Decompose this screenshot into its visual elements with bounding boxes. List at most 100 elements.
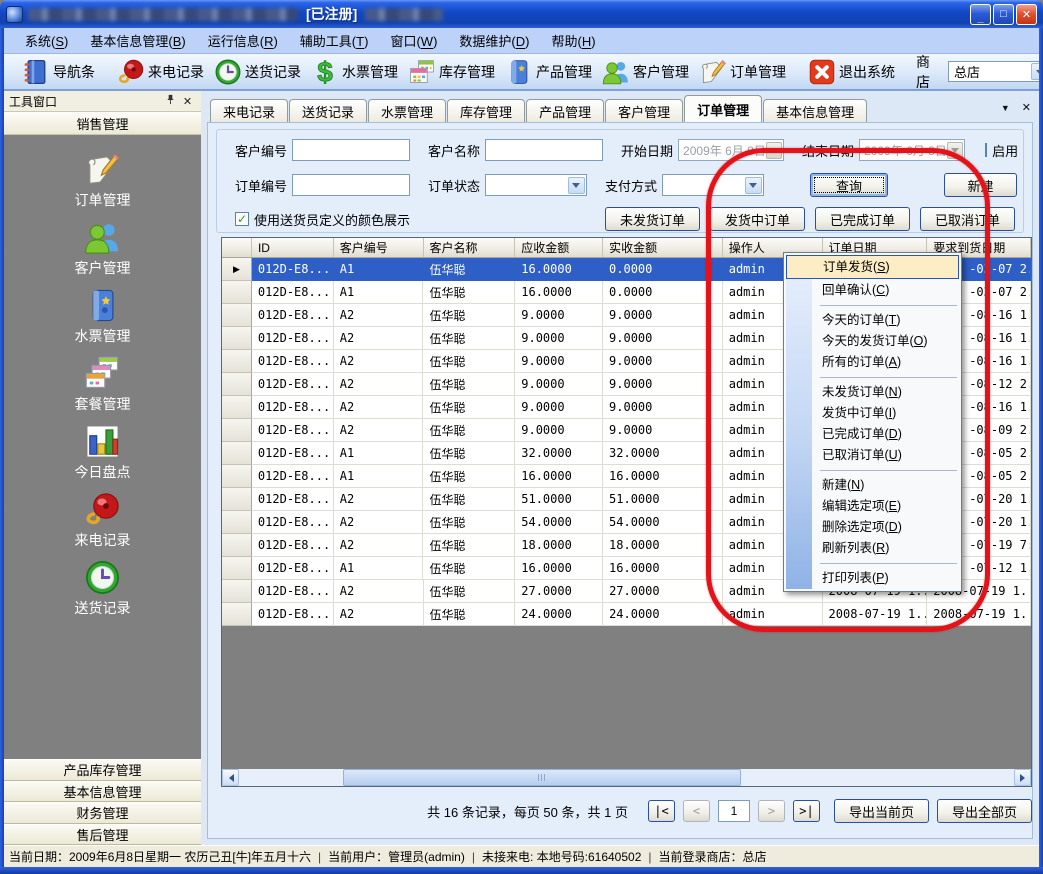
context-menu-item-13[interactable]: 新建(N)	[786, 475, 959, 496]
row-selector[interactable]: ▶	[222, 258, 252, 281]
table-row[interactable]: 012D-E8...A2伍华聪24.000024.0000admin2008-0…	[222, 603, 1031, 626]
row-selector[interactable]	[222, 534, 252, 557]
context-menu-item-9[interactable]: 发货中订单(I)	[786, 403, 959, 424]
export-current-page-button[interactable]: 导出当前页	[834, 799, 929, 823]
row-selector[interactable]	[222, 511, 252, 534]
row-selector[interactable]	[222, 327, 252, 350]
sidebar-item-7[interactable]: 送货记录	[75, 559, 131, 618]
maximize-button[interactable]: □	[993, 4, 1014, 25]
row-selector[interactable]	[222, 465, 252, 488]
status-filter-button-2[interactable]: 发货中订单	[710, 207, 805, 231]
column-header-5[interactable]: 实收金额	[603, 238, 723, 257]
context-menu-item-11[interactable]: 已取消订单(U)	[786, 445, 959, 466]
customer-no-input[interactable]	[292, 139, 410, 161]
tool-window-close-icon[interactable]: ✕	[179, 95, 196, 108]
context-menu-item-8[interactable]: 未发货订单(N)	[786, 382, 959, 403]
toolbar-button-6[interactable]: 产品管理	[500, 56, 597, 88]
menubar-item-s[interactable]: 系统(S)	[14, 28, 79, 53]
menubar-item-w[interactable]: 窗口(W)	[379, 28, 448, 53]
pay-method-select[interactable]	[662, 174, 764, 196]
row-selector[interactable]	[222, 419, 252, 442]
column-header-4[interactable]: 应收金额	[515, 238, 603, 257]
sidebar-group-4[interactable]: 售后管理	[4, 824, 201, 846]
context-menu-item-2[interactable]: 回单确认(C)	[786, 280, 959, 301]
menubar-item-b[interactable]: 基本信息管理(B)	[79, 28, 196, 53]
order-no-input[interactable]	[292, 174, 410, 196]
context-menu-item-10[interactable]: 已完成订单(D)	[786, 424, 959, 445]
context-menu-item-16[interactable]: 刷新列表(R)	[786, 538, 959, 559]
menubar-item-d[interactable]: 数据维护(D)	[448, 28, 540, 53]
store-select[interactable]: 总店	[948, 61, 1043, 82]
row-selector[interactable]	[222, 557, 252, 580]
order-status-select[interactable]	[485, 174, 587, 196]
context-menu-item-1[interactable]: 订单发货(S)	[786, 255, 959, 279]
sidebar-group-2[interactable]: 基本信息管理	[4, 781, 201, 803]
sidebar-group-1[interactable]: 产品库存管理	[4, 759, 201, 781]
scroll-left-icon[interactable]	[222, 769, 239, 786]
status-filter-button-3[interactable]: 已完成订单	[815, 207, 910, 231]
menubar-item-h[interactable]: 帮助(H)	[540, 28, 606, 53]
status-filter-button-4[interactable]: 已取消订单	[920, 207, 1015, 231]
toolbar-button-5[interactable]: 库存管理	[403, 56, 500, 88]
row-selector[interactable]	[222, 488, 252, 511]
first-page-button[interactable]: |<	[648, 800, 675, 822]
context-menu-item-6[interactable]: 所有的订单(A)	[786, 352, 959, 373]
last-page-button[interactable]: >|	[793, 800, 820, 822]
next-page-button[interactable]: >	[758, 800, 785, 822]
chevron-down-icon[interactable]	[568, 177, 585, 194]
delivery-color-checkbox[interactable]: ✓	[235, 212, 249, 226]
column-header-3[interactable]: 客户名称	[424, 238, 516, 257]
sidebar-item-3[interactable]: 水票管理	[75, 287, 131, 346]
enable-checkbox[interactable]	[985, 143, 987, 157]
row-selector[interactable]	[222, 396, 252, 419]
tab-7[interactable]: 订单管理	[684, 95, 762, 122]
context-menu-item-18[interactable]: 打印列表(P)	[786, 568, 959, 589]
scrollbar-track[interactable]	[239, 769, 1014, 786]
tab-1[interactable]: 来电记录	[210, 99, 288, 122]
toolbar-button-3[interactable]: 送货记录	[209, 56, 306, 88]
column-header-2[interactable]: 客户编号	[334, 238, 424, 257]
start-date-picker[interactable]: 2009年 6月 8日	[678, 139, 784, 161]
customer-name-input[interactable]	[485, 139, 603, 161]
row-selector[interactable]	[222, 350, 252, 373]
toolbar-button-1[interactable]: 导航条	[17, 56, 100, 88]
tab-5[interactable]: 产品管理	[526, 99, 604, 122]
tab-2[interactable]: 送货记录	[289, 99, 367, 122]
prev-page-button[interactable]: <	[683, 800, 710, 822]
sidebar-item-2[interactable]: 客户管理	[75, 219, 131, 278]
row-selector[interactable]	[222, 281, 252, 304]
pin-icon[interactable]	[162, 94, 179, 108]
toolbar-button-7[interactable]: 客户管理	[597, 56, 694, 88]
sidebar-item-5[interactable]: 今日盘点	[75, 423, 131, 482]
export-all-pages-button[interactable]: 导出全部页	[937, 799, 1032, 823]
scroll-right-icon[interactable]	[1014, 769, 1031, 786]
chevron-down-icon[interactable]	[766, 142, 782, 159]
horizontal-scrollbar[interactable]	[222, 769, 1031, 786]
sidebar-group-sales[interactable]: 销售管理	[4, 112, 201, 135]
row-selector[interactable]	[222, 304, 252, 327]
context-menu-item-15[interactable]: 删除选定项(D)	[786, 517, 959, 538]
row-selector[interactable]	[222, 442, 252, 465]
scrollbar-thumb[interactable]	[343, 769, 741, 786]
chevron-down-icon[interactable]	[947, 142, 963, 159]
toolbar-button-8[interactable]: 订单管理	[694, 56, 791, 88]
context-menu-item-14[interactable]: 编辑选定项(E)	[786, 496, 959, 517]
query-button[interactable]: 查询	[810, 173, 888, 197]
context-menu-item-5[interactable]: 今天的发货订单(O)	[786, 331, 959, 352]
toolbar-button-4[interactable]: $水票管理	[306, 56, 403, 88]
chevron-down-icon[interactable]	[745, 177, 762, 194]
context-menu-item-4[interactable]: 今天的订单(T)	[786, 310, 959, 331]
status-filter-button-1[interactable]: 未发货订单	[605, 207, 700, 231]
chevron-down-icon[interactable]: ▼	[1001, 103, 1010, 113]
page-number-input[interactable]	[718, 800, 750, 822]
row-selector[interactable]	[222, 373, 252, 396]
minimize-button[interactable]: _	[970, 4, 991, 25]
column-header-1[interactable]: ID	[252, 238, 334, 257]
tabs-close-icon[interactable]: ✕	[1022, 101, 1031, 114]
end-date-picker[interactable]: 2009年 6月 8日	[859, 139, 965, 161]
tab-8[interactable]: 基本信息管理	[763, 99, 867, 122]
toolbar-button-9[interactable]: 退出系统	[803, 56, 900, 88]
toolbar-button-2[interactable]: 来电记录	[112, 56, 209, 88]
menubar-item-r[interactable]: 运行信息(R)	[197, 28, 289, 53]
close-button[interactable]: ✕	[1016, 4, 1037, 25]
